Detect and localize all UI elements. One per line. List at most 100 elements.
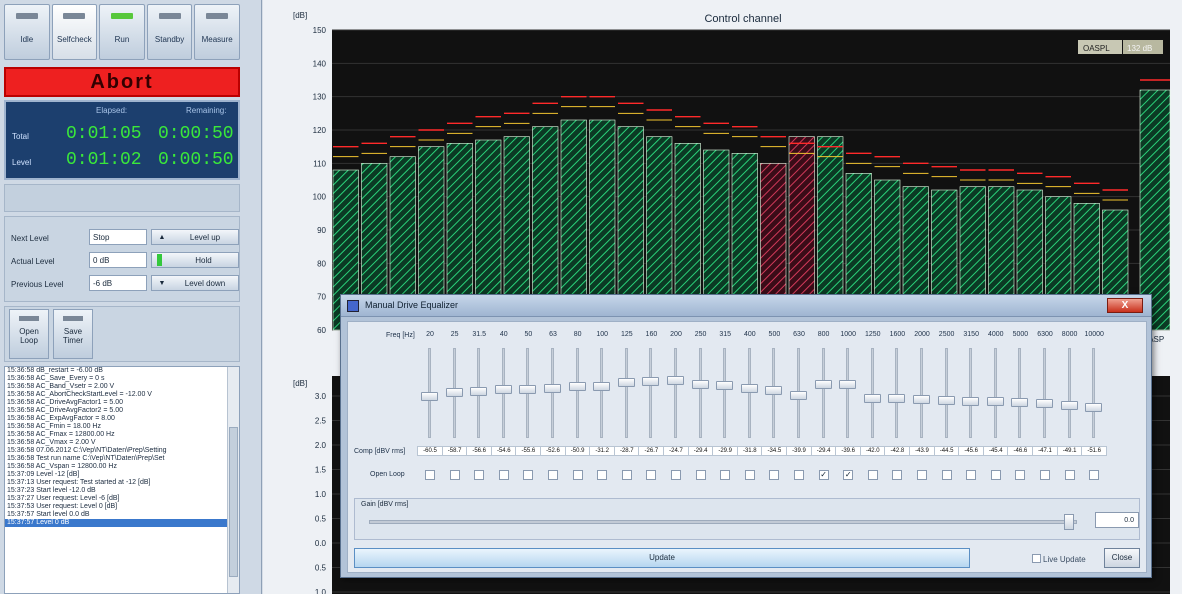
gain-slider-track[interactable] [369, 520, 1077, 524]
band-open-loop-checkbox[interactable]: ✓ [843, 470, 854, 480]
band-slider-handle[interactable] [421, 391, 438, 401]
mode-button-selfcheck[interactable]: Selfcheck [51, 4, 98, 60]
band-slider-handle[interactable] [937, 396, 955, 406]
band-slider-track[interactable] [600, 348, 604, 438]
band-open-loop-checkbox[interactable] [1015, 470, 1026, 480]
log-line[interactable]: 15:36:58 AC_ExpAvgFactor = 8.00 [5, 415, 239, 423]
band-slider-handle[interactable] [814, 380, 832, 389]
band-open-loop-checkbox[interactable] [941, 470, 952, 480]
band-open-loop-checkbox[interactable] [917, 470, 927, 480]
band-slider-track[interactable] [1067, 348, 1071, 438]
mode-button-run[interactable]: Run [99, 4, 145, 60]
band-slider-handle[interactable] [519, 384, 537, 394]
update-button[interactable]: Update [354, 548, 970, 568]
band-slider-handle[interactable] [839, 380, 857, 389]
band-slider-handle[interactable] [593, 381, 611, 391]
band-open-loop-checkbox[interactable] [523, 470, 534, 480]
log-line[interactable]: 15:36:58 AC_Fmin = 18.00 Hz [5, 423, 239, 431]
log-line[interactable]: 15:36:58 AC_Save_Every = 0 s [5, 375, 239, 383]
band-open-loop-checkbox[interactable] [769, 470, 780, 480]
band-slider-handle[interactable] [544, 383, 561, 393]
band-slider-track[interactable] [674, 348, 677, 438]
log-line[interactable]: 15:37:09 Level -12 [dB] [5, 471, 239, 479]
mode-button-idle[interactable]: Idle [4, 4, 50, 60]
band-slider-handle[interactable] [1011, 398, 1029, 407]
mode-button-standby[interactable]: Standby [146, 4, 193, 60]
band-slider-track[interactable] [821, 348, 825, 438]
band-open-loop-checkbox[interactable] [695, 470, 706, 480]
band-open-loop-checkbox[interactable] [892, 470, 903, 480]
band-open-loop-checkbox[interactable] [548, 470, 558, 480]
band-slider-track[interactable] [575, 348, 579, 438]
hold-button[interactable]: Hold [151, 252, 239, 268]
next-level-field[interactable]: Stop [89, 229, 147, 245]
log-line[interactable]: 15:36:58 AC_Fmax = 12800.00 Hz [5, 431, 239, 439]
live-update-box[interactable] [1032, 554, 1041, 563]
log-line[interactable]: 15:36:58 07.06.2012 C:\Vep\NT\Daten\Prep… [5, 447, 239, 455]
band-open-loop-checkbox[interactable] [597, 470, 608, 480]
dialog-titlebar[interactable]: Manual Drive Equalizer X [341, 295, 1151, 317]
log-scroll-thumb[interactable] [229, 427, 238, 577]
band-slider-handle[interactable] [888, 394, 906, 404]
save-timer-button[interactable]: Save Timer [53, 309, 93, 359]
level-up-button[interactable]: ▲ Level up [151, 229, 239, 245]
band-slider-track[interactable] [747, 348, 751, 438]
band-slider-handle[interactable] [913, 395, 930, 405]
band-slider-track[interactable] [624, 348, 628, 438]
band-open-loop-checkbox[interactable] [1089, 470, 1100, 480]
band-slider-handle[interactable] [494, 385, 512, 395]
band-open-loop-checkbox[interactable] [425, 470, 435, 480]
band-slider-handle[interactable] [740, 383, 758, 393]
log-line[interactable]: 15:37:57 Start level 0.0 dB [5, 511, 239, 519]
band-slider-track[interactable] [846, 348, 850, 438]
band-open-loop-checkbox[interactable] [449, 470, 460, 480]
log-line[interactable]: 15:36:58 AC_Band_Vsetr = 2.00 V [5, 383, 239, 391]
band-slider-handle[interactable] [470, 387, 488, 397]
band-slider-track[interactable] [1043, 348, 1046, 438]
mode-button-measure[interactable]: Measure [194, 4, 240, 60]
band-slider-handle[interactable] [691, 380, 709, 389]
live-update-checkbox[interactable]: Live Update [1032, 554, 1086, 564]
log-line[interactable]: 15:37:27 User request: Level -6 [dB] [5, 495, 239, 503]
band-open-loop-checkbox[interactable] [474, 470, 485, 480]
band-slider-track[interactable] [920, 348, 923, 438]
band-slider-handle[interactable] [1085, 402, 1103, 412]
band-slider-track[interactable] [1092, 348, 1096, 438]
band-open-loop-checkbox[interactable] [1064, 470, 1075, 480]
log-line[interactable]: 15:37:23 Start level -12.0 dB [5, 487, 239, 495]
log-line[interactable]: 15:37:53 User request: Level 0 [dB] [5, 503, 239, 511]
band-slider-handle[interactable] [986, 397, 1004, 407]
band-slider-track[interactable] [551, 348, 554, 438]
band-open-loop-checkbox[interactable] [744, 470, 755, 480]
band-slider-track[interactable] [698, 348, 702, 438]
band-open-loop-checkbox[interactable] [646, 470, 657, 480]
band-slider-handle[interactable] [765, 386, 783, 396]
actual-level-field[interactable]: 0 dB [89, 252, 147, 268]
close-button[interactable]: Close [1104, 548, 1140, 568]
band-slider-handle[interactable] [642, 377, 660, 387]
band-open-loop-checkbox[interactable] [966, 470, 977, 480]
band-open-loop-checkbox[interactable] [1040, 470, 1050, 480]
log-line[interactable]: 15:36:58 AC_Vmax = 2.00 V [5, 439, 239, 447]
band-slider-track[interactable] [969, 348, 973, 438]
log-line[interactable]: 15:36:58 Test run name C:\Vep\NT\Daten\P… [5, 455, 239, 463]
band-open-loop-checkbox[interactable] [990, 470, 1001, 480]
band-slider-handle[interactable] [617, 378, 635, 388]
open-loop-button[interactable]: Open Loop [9, 309, 49, 359]
log-line[interactable]: 15:36:58 AC_DriveAvgFactor1 = 5.00 [5, 399, 239, 407]
band-slider-track[interactable] [895, 348, 899, 438]
band-slider-track[interactable] [649, 348, 653, 438]
band-open-loop-checkbox[interactable] [498, 470, 509, 480]
band-slider-handle[interactable] [445, 388, 463, 398]
previous-level-field[interactable]: -6 dB [89, 275, 147, 291]
band-slider-handle[interactable] [716, 380, 734, 390]
log-line[interactable]: 15:37:57 Level 0 dB [5, 519, 239, 527]
band-slider-track[interactable] [944, 348, 948, 438]
band-open-loop-checkbox[interactable] [671, 470, 681, 480]
band-slider-track[interactable] [993, 348, 997, 438]
band-open-loop-checkbox[interactable] [794, 470, 804, 480]
abort-button[interactable]: Abort [4, 67, 240, 97]
band-slider-handle[interactable] [863, 393, 881, 403]
band-slider-track[interactable] [1018, 348, 1022, 438]
band-open-loop-checkbox[interactable] [621, 470, 632, 480]
